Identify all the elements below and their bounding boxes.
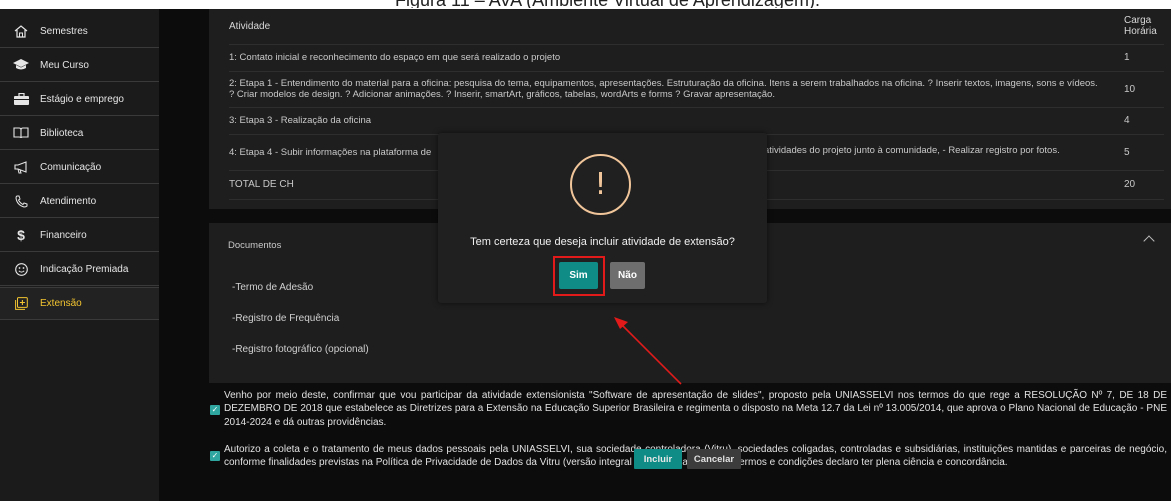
annotation-arrow bbox=[614, 317, 682, 385]
